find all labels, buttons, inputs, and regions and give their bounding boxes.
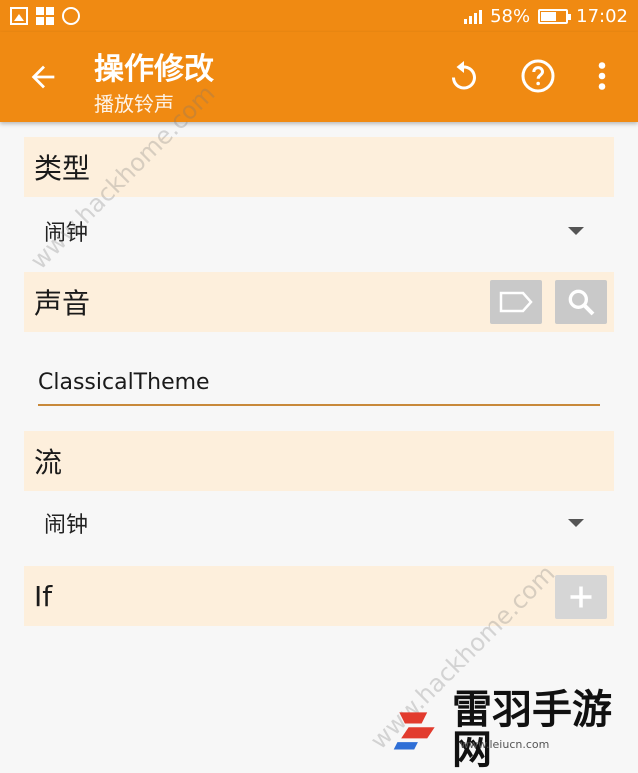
signal-icon <box>464 8 483 24</box>
status-bar: 58% 17:02 <box>0 0 638 32</box>
brand-logo-icon <box>393 712 435 750</box>
chevron-down-icon <box>568 519 584 527</box>
stream-dropdown[interactable]: 闹钟 <box>24 493 614 553</box>
sound-input[interactable] <box>38 360 600 406</box>
brand-name: 雷羽手游网 <box>451 687 612 773</box>
page-subtitle: 播放铃声 <box>94 92 174 116</box>
status-bar-left <box>10 7 80 25</box>
type-dropdown[interactable]: 闹钟 <box>24 201 614 261</box>
add-condition-button[interactable] <box>555 575 607 619</box>
footer-logo: 雷羽手游网 www.leiucn.com <box>390 690 638 770</box>
stream-dropdown-value: 闹钟 <box>44 513 89 538</box>
battery-icon <box>538 8 572 24</box>
page-title: 操作修改 <box>94 52 214 87</box>
stream-label: 流 <box>34 446 63 479</box>
more-vert-icon[interactable] <box>590 58 614 94</box>
label-tag-icon <box>499 291 533 313</box>
brand-url: www.leiucn.com <box>460 738 550 751</box>
status-bar-right: 58% 17:02 <box>464 6 628 27</box>
battery-percent: 58% <box>490 5 531 27</box>
message-notification-icon <box>62 7 80 25</box>
if-label: If <box>34 579 53 613</box>
help-icon[interactable] <box>520 58 556 94</box>
chevron-down-icon <box>568 227 584 235</box>
search-icon <box>568 289 595 316</box>
type-label: 类型 <box>34 152 91 185</box>
sound-label: 声音 <box>34 287 91 320</box>
clock: 17:02 <box>576 5 628 27</box>
image-notification-icon <box>10 7 28 25</box>
back-arrow-icon[interactable] <box>26 60 60 94</box>
app-bar: 操作修改 播放铃声 <box>0 32 638 122</box>
plus-icon <box>570 586 592 608</box>
apps-notification-icon <box>36 7 54 25</box>
variable-tag-button[interactable] <box>490 280 542 324</box>
undo-icon[interactable] <box>446 58 482 94</box>
search-button[interactable] <box>555 280 607 324</box>
stream-section-header: 流 <box>24 431 614 491</box>
